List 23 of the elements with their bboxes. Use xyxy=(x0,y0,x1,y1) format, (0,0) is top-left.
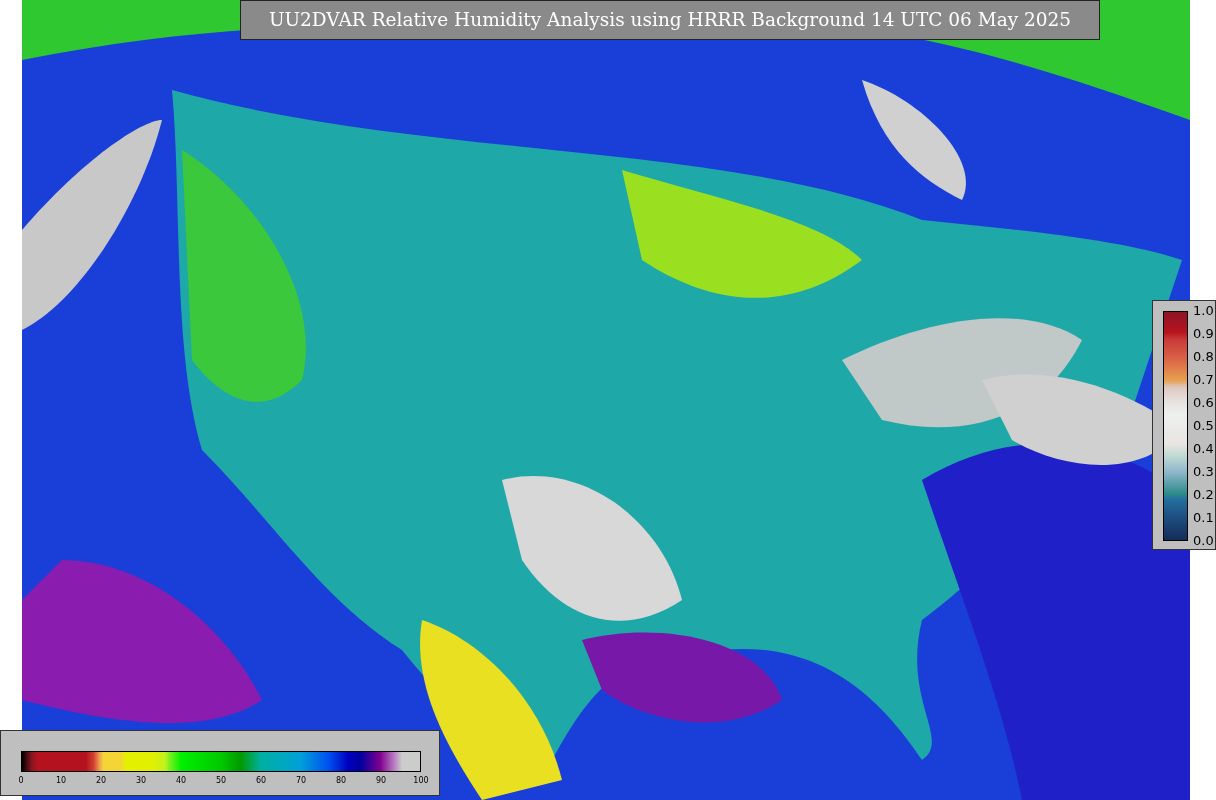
tick-label: 80 xyxy=(335,775,347,787)
tick-label: 100 xyxy=(413,775,429,787)
tick-label: 70 xyxy=(295,775,307,787)
map-title: UU2DVAR Relative Humidity Analysis using HRRR Background 14 UTC 06 May 2025 xyxy=(240,0,1100,40)
tick-label: 60 xyxy=(255,775,267,787)
tick-label: 0.9 xyxy=(1193,325,1214,344)
tick-label: 1.0 xyxy=(1193,302,1214,321)
tick-label: 30 xyxy=(135,775,147,787)
tick-label: 0.4 xyxy=(1193,440,1214,459)
tick-label: 90 xyxy=(375,775,387,787)
tick-label: 0.8 xyxy=(1193,348,1214,367)
tick-label: 10 xyxy=(55,775,67,787)
tick-label: 0 xyxy=(18,775,24,787)
tick-label: 0.5 xyxy=(1193,417,1214,436)
tick-label: 0.1 xyxy=(1193,509,1214,528)
tick-label: 0.3 xyxy=(1193,463,1214,482)
tick-label: 0.0 xyxy=(1193,532,1214,551)
tick-label: 50 xyxy=(215,775,227,787)
tick-label: 0.2 xyxy=(1193,486,1214,505)
tick-label: 0.7 xyxy=(1193,371,1214,390)
tick-label: 40 xyxy=(175,775,187,787)
tick-label: 20 xyxy=(95,775,107,787)
tick-label: 0.6 xyxy=(1193,394,1214,413)
